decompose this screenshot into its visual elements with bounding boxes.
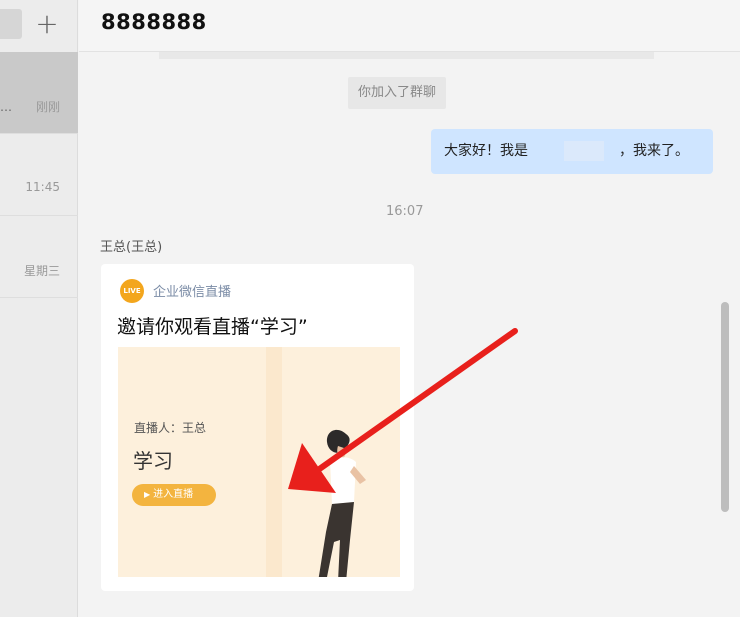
conversation-item[interactable]: … 刚刚 [0,52,78,134]
conversation-item[interactable]: 星期三 [0,216,78,298]
plus-icon[interactable]: + [33,8,61,40]
chat-title: 8888888 [101,10,207,34]
system-message: 你加入了群聊 [348,77,447,109]
enter-live-label: 进入直播 [153,489,194,500]
message-area[interactable]: 你加入了群聊 大家好！我是 ，我来了。 16:07 王总(王总) LIVE 企业… [79,52,740,617]
message-timestamp: 16:07 [386,204,424,219]
conversation-preview: … [0,100,12,114]
scrollbar[interactable] [721,302,729,512]
conversation-time: 11:45 [25,180,60,194]
message-text: 大家好！我是 [444,143,528,159]
play-icon: ▶ [144,490,151,499]
poster-stripe [266,347,282,577]
live-icon: LIVE [120,279,144,303]
redacted-name [564,141,604,161]
previous-message-edge [159,52,654,59]
conversation-sidebar: + … 刚刚 11:45 星期三 [0,0,78,617]
enter-live-button[interactable]: ▶ 进入直播 [132,484,216,506]
sender-name: 王总(王总) [100,240,163,255]
poster-title: 学习 [133,449,173,473]
poster-host: 直播人：王总 [134,421,207,435]
message-text: ，我来了。 [619,143,689,159]
conversation-time: 刚刚 [35,100,60,114]
search-box[interactable] [0,9,22,39]
card-source[interactable]: 企业微信直播 [153,281,231,300]
presenter-illustration-icon [318,429,366,577]
conversation-item[interactable]: 11:45 [0,134,78,216]
live-invite-card[interactable]: LIVE 企业微信直播 邀请你观看直播“学习” 直播人：王总 学习 ▶ 进入直播 [101,264,414,591]
card-title: 邀请你观看直播“学习” [117,316,308,338]
chat-header: 8888888 [79,0,740,52]
conversation-time: 星期三 [23,264,60,278]
live-poster[interactable]: 直播人：王总 学习 ▶ 进入直播 [118,347,400,577]
my-message-bubble[interactable]: 大家好！我是 ，我来了。 [431,129,713,174]
